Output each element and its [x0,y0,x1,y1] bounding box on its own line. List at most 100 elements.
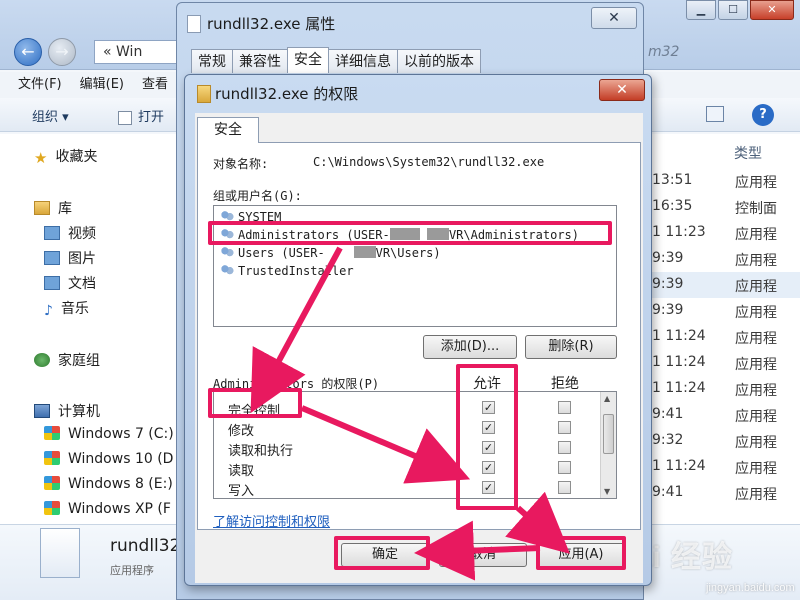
allow-checkbox[interactable]: ✓ [482,481,495,494]
file-row-date[interactable]: 1 11:24 [652,380,706,396]
user-list[interactable]: SYSTEM Administrators (USER- VR\Administ… [213,205,617,327]
forward-button[interactable]: → [48,38,76,66]
deny-checkbox[interactable] [558,461,571,474]
scroll-down-icon[interactable]: ▼ [604,487,610,496]
user-row-administrators[interactable]: Administrators (USER- VR\Administrators) [220,228,579,242]
nav-drive-e[interactable]: Windows 8 (E:) [44,476,173,492]
tab-security[interactable]: 安全 [287,47,329,73]
nav-homegroup[interactable]: 家庭组 [34,350,100,370]
permissions-close-button[interactable]: ✕ [599,79,645,101]
file-row-date[interactable]: 9:39 [652,250,683,266]
properties-close-button[interactable]: ✕ [591,7,637,29]
tab-details[interactable]: 详细信息 [328,49,398,73]
help-icon[interactable]: ? [752,104,774,126]
nav-drive-c[interactable]: Windows 7 (C:) [44,426,174,442]
allow-checkbox[interactable]: ✓ [482,421,495,434]
file-row-date[interactable]: 1 11:24 [652,458,706,474]
user-row-system[interactable]: SYSTEM [220,210,281,224]
file-row-type[interactable]: 应用程 [735,302,777,322]
apply-button[interactable]: 应用(A) [537,543,625,567]
nav-favorites[interactable]: ★ 收藏夹 [34,146,97,167]
menu-file[interactable]: 文件(F) [18,72,62,98]
file-row-type[interactable]: 应用程 [735,380,777,400]
deny-checkbox[interactable] [558,401,571,414]
nav-library-videos[interactable]: 视频 [44,223,96,243]
tab-compatibility[interactable]: 兼容性 [232,49,288,73]
allow-checkbox[interactable]: ✓ [482,441,495,454]
menu-view[interactable]: 查看 [142,72,168,98]
nav-library-music[interactable]: ♪ 音乐 [44,298,89,319]
learn-access-control-link[interactable]: 了解访问控制和权限 [213,511,330,530]
nav-label: 库 [58,201,72,217]
organize-button[interactable]: 组织 ▾ [32,106,69,125]
deny-checkbox[interactable] [558,421,571,434]
nav-library-pictures[interactable]: 图片 [44,248,96,268]
nav-label: 收藏夹 [55,149,98,165]
nav-library-documents[interactable]: 文档 [44,273,96,293]
open-button[interactable]: 打开 [118,106,164,125]
cancel-button[interactable]: 取消 [439,543,527,567]
view-options-icon[interactable] [706,106,724,122]
menu-edit[interactable]: 编辑(E) [80,72,124,98]
file-row-type[interactable]: 应用程 [735,432,777,452]
nav-library[interactable]: 库 [34,198,72,218]
deny-checkbox[interactable] [558,441,571,454]
allow-checkbox[interactable]: ✓ [482,461,495,474]
details-file-type: 应用程序 [110,564,154,577]
file-row-date[interactable]: 9:41 [652,484,683,500]
deny-checkbox[interactable] [558,481,571,494]
object-name-value: C:\Windows\System32\rundll32.exe [313,155,545,169]
back-button[interactable]: ← [14,38,42,66]
file-row-date[interactable]: 13:51 [652,172,692,188]
file-row-date[interactable]: 9:39 [652,302,683,318]
file-row-type[interactable]: 应用程 [735,484,777,504]
tab-security[interactable]: 安全 [197,117,259,143]
tab-general[interactable]: 常规 [191,49,233,73]
file-row-type[interactable]: 应用程 [735,250,777,270]
file-row-date[interactable]: 1 11:23 [652,224,706,240]
file-row-type[interactable]: 应用程 [735,406,777,426]
column-header-type[interactable]: 类型 [734,143,762,163]
minimize-button[interactable]: ▁ [686,0,716,20]
remove-button[interactable]: 删除(R) [525,335,617,359]
file-row-date[interactable]: 9:41 [652,406,683,422]
tab-previous-versions[interactable]: 以前的版本 [397,49,481,73]
properties-tabs: 常规 兼容性 安全 详细信息 以前的版本 [191,47,481,73]
permission-name: 读取 [228,464,255,479]
file-row-type[interactable]: 控制面 [735,198,777,218]
file-row-type[interactable]: 应用程 [735,354,777,374]
nav-drive-d[interactable]: Windows 10 (D [44,451,173,467]
open-icon [118,110,132,125]
file-row-type[interactable]: 应用程 [735,276,777,296]
file-row-date[interactable]: 1 11:24 [652,354,706,370]
permission-name: 写入 [228,484,255,499]
file-row-date[interactable]: 9:39 [652,276,683,292]
permission-scrollbar[interactable]: ▲ ▼ [600,392,616,498]
file-row-date[interactable]: 16:35 [652,198,692,214]
permissions-title: rundll32.exe 的权限 [215,85,359,103]
nav-computer[interactable]: 计算机 [34,401,100,421]
file-row-date[interactable]: 9:32 [652,432,683,448]
star-icon: ★ [34,149,48,167]
user-row-trustedinstaller[interactable]: TrustedInstaller [220,264,354,278]
scroll-thumb[interactable] [603,414,614,454]
allow-checkbox[interactable]: ✓ [482,401,495,414]
nav-label: Windows XP (F [68,501,171,517]
nav-drive-f[interactable]: Windows XP (F [44,501,171,517]
user-row-users[interactable]: Users (USER- VR\Users) [220,246,441,260]
address-bar[interactable]: « Win [94,40,184,64]
windows-drive-icon [44,501,60,515]
file-row-type[interactable]: 应用程 [735,172,777,192]
close-button[interactable]: ✕ [750,0,794,20]
file-row-type[interactable]: 应用程 [735,224,777,244]
file-row-date[interactable]: 1 11:24 [652,328,706,344]
scroll-up-icon[interactable]: ▲ [604,394,610,403]
permission-name: 读取和执行 [228,444,294,459]
maximize-button[interactable]: ☐ [718,0,748,20]
ok-button[interactable]: 确定 [341,543,429,567]
file-row-type[interactable]: 应用程 [735,458,777,478]
add-button[interactable]: 添加(D)... [423,335,517,359]
music-icon: ♪ [44,303,53,319]
file-row-type[interactable]: 应用程 [735,328,777,348]
group-user-label: 组或用户名(G): [213,189,302,203]
